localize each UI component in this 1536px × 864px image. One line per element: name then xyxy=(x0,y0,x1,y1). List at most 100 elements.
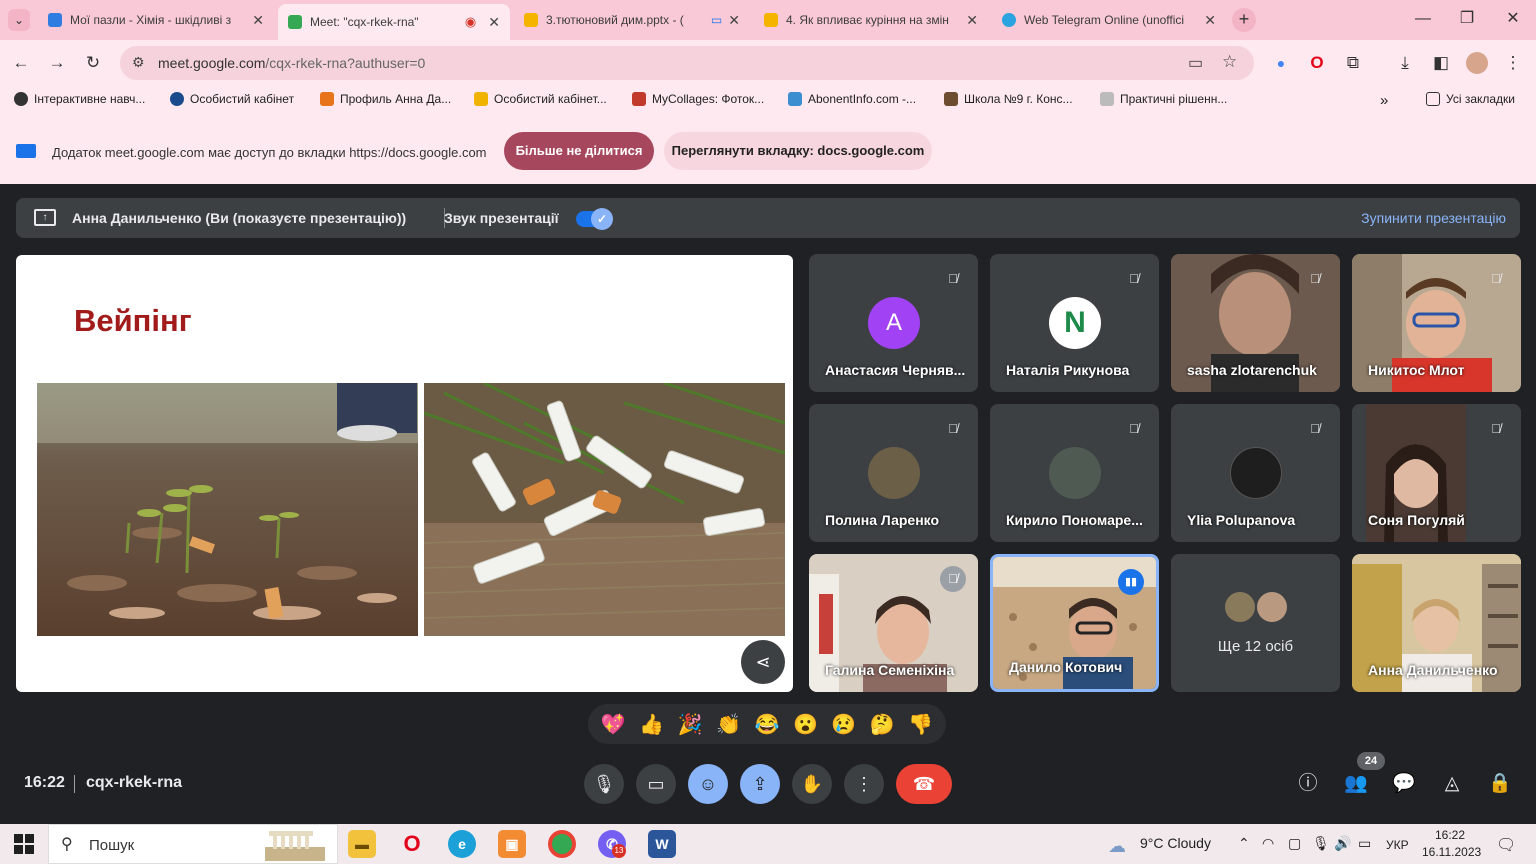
bookmark-item[interactable]: Школа №9 г. Конс... xyxy=(944,92,1073,106)
participant-tile[interactable]: 🎙̸ Никитос Млот xyxy=(1352,254,1521,392)
bookmark-item[interactable]: Особистий кабінет... xyxy=(474,92,607,106)
close-icon[interactable]: ✕ xyxy=(728,12,740,29)
participant-tile[interactable]: 🎙̸ Галина Семеніхіна xyxy=(809,554,978,692)
participant-tile[interactable]: Анна Данильченко xyxy=(1352,554,1521,692)
star-icon[interactable]: ☆ xyxy=(1222,52,1237,72)
camera-icon[interactable]: ▭ xyxy=(1188,53,1203,73)
camera-button[interactable]: ▭ xyxy=(636,764,676,804)
participant-name: Анна Данильченко xyxy=(1368,662,1498,678)
bookmark-item[interactable]: MyCollages: Фоток... xyxy=(632,92,764,106)
share-icon[interactable]: ⋖ xyxy=(741,640,785,684)
info-icon[interactable]: ⓘ xyxy=(1294,770,1322,798)
more-participants-tile[interactable]: Ще 12 осіб xyxy=(1171,554,1340,692)
extension-icon[interactable]: ● xyxy=(1270,52,1292,74)
view-tab-button[interactable]: Переглянути вкладку: docs.google.com xyxy=(664,132,932,170)
back-icon[interactable]: ← xyxy=(10,52,32,74)
tab-puzzles[interactable]: Мої пазли - Хімія - шкідливі з ✕ xyxy=(38,6,274,34)
forward-icon[interactable]: → xyxy=(46,52,68,74)
tab-search-chevron-icon[interactable]: ⌄ xyxy=(8,9,30,31)
participant-tile[interactable]: 🎙̸ sasha zlotarenchuk xyxy=(1171,254,1340,392)
battery-icon[interactable]: ▭ xyxy=(1358,835,1371,852)
address-bar[interactable]: ⚙ meet.google.com/cqx-rkek-rna?authuser=… xyxy=(120,46,1254,80)
new-tab-button[interactable]: + xyxy=(1232,8,1256,32)
participant-tile[interactable]: 🎙̸ N Наталія Рикунова xyxy=(990,254,1159,392)
close-icon[interactable]: ✕ xyxy=(252,12,264,29)
hand-icon: ✋ xyxy=(800,774,824,794)
present-button[interactable]: ⇪ xyxy=(740,764,780,804)
reaction-clap[interactable]: 👏 xyxy=(716,712,741,737)
tab-meet[interactable]: Meet: "cqx-rkek-rna" ◉ ✕ xyxy=(278,4,510,40)
notification-icon[interactable]: 🗨 xyxy=(1496,835,1516,855)
reload-icon[interactable]: ↻ xyxy=(82,52,104,74)
reaction-sad[interactable]: 😢 xyxy=(831,712,856,737)
site-settings-icon[interactable]: ⚙ xyxy=(132,54,145,71)
bookmark-item[interactable]: AbonentInfo.com -... xyxy=(788,92,916,106)
reaction-thinking[interactable]: 🤔 xyxy=(870,712,895,737)
meeting-code: cqx-rkek-rna xyxy=(86,774,183,791)
participant-tile[interactable]: 🎙̸ Соня Погуляй xyxy=(1352,404,1521,542)
chrome-icon[interactable] xyxy=(548,830,576,858)
bookmark-item[interactable]: Практичні рішенн... xyxy=(1100,92,1227,106)
close-icon[interactable]: ✕ xyxy=(966,12,978,29)
more-options-button[interactable]: ⋮ xyxy=(844,764,884,804)
more-bookmarks-button[interactable]: » xyxy=(1380,92,1388,109)
opera-icon[interactable]: O xyxy=(1306,52,1328,74)
people-icon[interactable]: 👥 xyxy=(1342,770,1370,798)
stop-presenting-button[interactable]: Зупинити презентацію xyxy=(1361,210,1506,226)
profile-avatar[interactable] xyxy=(1466,52,1488,74)
word-icon[interactable]: W xyxy=(648,830,676,858)
weather-text[interactable]: 9°C Cloudy xyxy=(1140,835,1211,851)
extensions-puzzle-icon[interactable]: ⧉ xyxy=(1342,52,1364,74)
activities-icon[interactable]: ◬ xyxy=(1438,770,1466,798)
close-icon[interactable]: ✕ xyxy=(1204,12,1216,29)
reaction-laugh[interactable]: 😂 xyxy=(755,712,780,737)
slide-photo-cigarettes xyxy=(424,383,785,636)
reaction-thumbs-up[interactable]: 👍 xyxy=(639,712,664,737)
opera-icon[interactable]: O xyxy=(398,830,426,858)
close-window-button[interactable]: ✕ xyxy=(1498,8,1528,30)
leave-call-button[interactable]: ☎ xyxy=(896,764,952,804)
stop-sharing-button[interactable]: Більше не ділитися xyxy=(504,132,654,170)
menu-icon[interactable]: ⋮ xyxy=(1502,52,1524,74)
participant-tile-speaking[interactable]: ▮▮ Данило Котович xyxy=(990,554,1159,692)
bookmark-label: Особистий кабінет... xyxy=(494,92,607,106)
restore-button[interactable]: ❐ xyxy=(1452,8,1482,30)
language-indicator[interactable]: УКР xyxy=(1386,838,1409,852)
participant-tile[interactable]: 🎙̸ A Анастасия Черняв... xyxy=(809,254,978,392)
bookmark-item[interactable]: Профиль Анна Да... xyxy=(320,92,451,106)
file-explorer-icon[interactable]: ▬ xyxy=(348,830,376,858)
microphone-button[interactable]: 🎙 xyxy=(584,764,624,804)
presentation-audio-toggle[interactable]: ✓ xyxy=(576,208,613,230)
taskbar-search[interactable]: ⚲ Пошук xyxy=(48,824,338,864)
bookmark-item[interactable]: Особистий кабінет xyxy=(170,92,294,106)
volume-icon[interactable]: 🔊 xyxy=(1334,835,1351,852)
reactions-button[interactable]: ☺ xyxy=(688,764,728,804)
reaction-party[interactable]: 🎉 xyxy=(678,712,703,737)
all-bookmarks-folder[interactable]: Усі закладки xyxy=(1426,92,1515,106)
edge-icon[interactable]: e xyxy=(448,830,476,858)
reaction-thumbs-down[interactable]: 👎 xyxy=(908,712,933,737)
chevron-up-icon[interactable]: ⌃ xyxy=(1238,835,1250,852)
slides-app-icon[interactable]: ▣ xyxy=(498,830,526,858)
windows-start-icon[interactable] xyxy=(14,834,34,854)
minimize-button[interactable]: — xyxy=(1408,8,1438,30)
tab-slides[interactable]: 3.тютюновий дим.pptx - ( ▭ ✕ xyxy=(514,6,750,34)
microphone-tray-icon[interactable]: 🎙 xyxy=(1312,835,1330,852)
clock-date[interactable]: 16:22 16.11.2023 xyxy=(1422,828,1481,859)
wifi-icon[interactable]: ◠ xyxy=(1262,835,1274,852)
bookmark-item[interactable]: Інтерактивне навч... xyxy=(14,92,145,106)
reaction-heart[interactable]: 💖 xyxy=(601,712,626,737)
vpn-icon[interactable]: ▢ xyxy=(1288,835,1301,852)
participant-tile[interactable]: 🎙̸ Ylia Polupanova xyxy=(1171,404,1340,542)
host-controls-icon[interactable]: 🔒 xyxy=(1486,770,1514,798)
tab-telegram[interactable]: Web Telegram Online (unoffici ✕ xyxy=(992,6,1226,34)
raise-hand-button[interactable]: ✋ xyxy=(792,764,832,804)
chat-icon[interactable]: 💬 xyxy=(1390,770,1418,798)
close-icon[interactable]: ✕ xyxy=(488,14,500,31)
tab-slides-2[interactable]: 4. Як впливає куріння на змін ✕ xyxy=(754,6,988,34)
reaction-surprised[interactable]: 😮 xyxy=(793,712,818,737)
participant-tile[interactable]: 🎙̸ Кирило Пономаре... xyxy=(990,404,1159,542)
participant-tile[interactable]: 🎙̸ Полина Ларенко xyxy=(809,404,978,542)
download-icon[interactable]: ⤓ xyxy=(1394,52,1416,74)
sidepanel-icon[interactable]: ◧ xyxy=(1430,52,1452,74)
